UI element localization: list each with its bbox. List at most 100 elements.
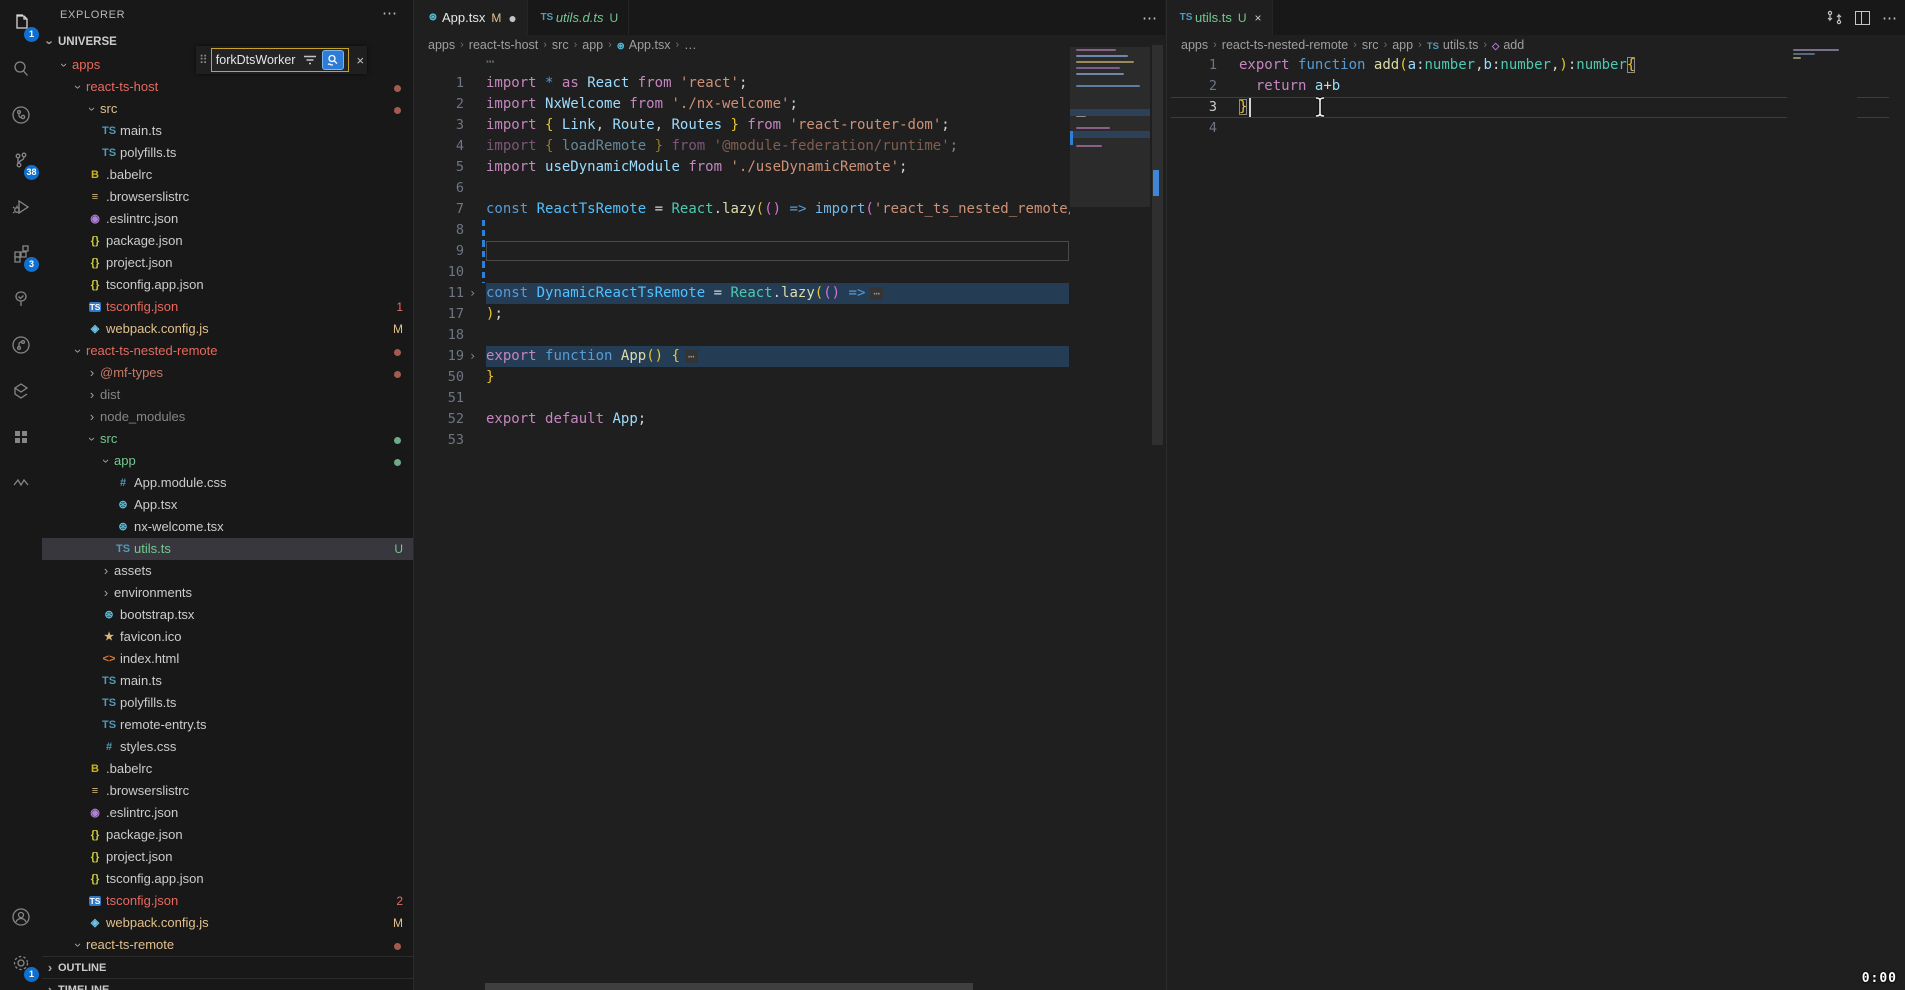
run-debug-icon[interactable] xyxy=(0,184,42,230)
tree-item-favicon-ico[interactable]: ★favicon.ico xyxy=(42,626,413,648)
tree-item--babelrc[interactable]: B.babelrc xyxy=(42,164,413,186)
chevron-right-icon[interactable]: › xyxy=(98,582,114,604)
tree-item-main-ts[interactable]: TSmain.ts xyxy=(42,670,413,692)
tree-item--eslintrc-json[interactable]: ◉.eslintrc.json xyxy=(42,208,413,230)
tree-item-project-json[interactable]: {}project.json xyxy=(42,846,413,868)
editor-tab-app-tsx[interactable]: ⊛App.tsxM● xyxy=(414,0,528,35)
tree-item--browserslistrc[interactable]: ≡.browserslistrc xyxy=(42,780,413,802)
chevron-down-icon[interactable]: › xyxy=(81,101,103,117)
split-editor-icon[interactable] xyxy=(1855,11,1870,25)
extensions-icon[interactable]: 3 xyxy=(0,230,42,276)
code-line-52[interactable]: 52export default App; xyxy=(414,409,1165,430)
search-icon[interactable] xyxy=(0,46,42,92)
tree-item-utils-ts[interactable]: TSutils.tsU xyxy=(42,538,413,560)
tree-item--browserslistrc[interactable]: ≡.browserslistrc xyxy=(42,186,413,208)
code-editor-left[interactable]: ⋯1import * as React from 'react';2import… xyxy=(414,35,1165,990)
testing-icon[interactable] xyxy=(0,276,42,322)
editor-tab-utils-d-ts[interactable]: TSutils.d.tsU xyxy=(528,0,629,35)
code-line-8[interactable]: 8 xyxy=(414,220,1165,241)
tree-item-src[interactable]: ›src xyxy=(42,428,413,450)
code-line-11[interactable]: 11›const DynamicReactTsRemote = React.la… xyxy=(414,283,1165,304)
tree-item-index-html[interactable]: <>index.html xyxy=(42,648,413,670)
scrollbar-thumb[interactable] xyxy=(1152,45,1163,445)
code-line-2[interactable]: 2import NxWelcome from './nx-welcome'; xyxy=(414,94,1165,115)
tree-item-app[interactable]: ›app xyxy=(42,450,413,472)
code-line-5[interactable]: 5import useDynamicModule from './useDyna… xyxy=(414,157,1165,178)
close-tab-icon[interactable]: × xyxy=(1255,11,1262,25)
tree-item-project-json[interactable]: {}project.json xyxy=(42,252,413,274)
chevron-right-icon[interactable]: › xyxy=(84,362,100,384)
tree-item-tsconfig-json[interactable]: TStsconfig.json1 xyxy=(42,296,413,318)
folded-ellipsis[interactable]: ⋯ xyxy=(685,350,698,363)
git-graph-icon[interactable] xyxy=(0,92,42,138)
code-line-17[interactable]: 17); xyxy=(414,304,1165,325)
filter-icon[interactable] xyxy=(303,54,317,66)
squiggle-icon[interactable] xyxy=(0,460,42,506)
code-line-4[interactable]: 4import { loadRemote } from '@module-fed… xyxy=(414,136,1165,157)
tree-item-tsconfig-app-json[interactable]: {}tsconfig.app.json xyxy=(42,868,413,890)
chevron-down-icon[interactable]: › xyxy=(53,57,75,73)
code-line-50[interactable]: 50} xyxy=(414,367,1165,388)
chevron-down-icon[interactable]: › xyxy=(81,431,103,447)
tree-item-polyfills-ts[interactable]: TSpolyfills.ts xyxy=(42,142,413,164)
tree-item-node-modules[interactable]: ›node_modules xyxy=(42,406,413,428)
code-line-10[interactable]: 10 xyxy=(414,262,1165,283)
settings-gear-icon[interactable]: 1 xyxy=(0,940,42,986)
tree-item-remote-entry-ts[interactable]: TSremote-entry.ts xyxy=(42,714,413,736)
account-icon[interactable] xyxy=(0,894,42,940)
tree-item-webpack-config-js[interactable]: ◈webpack.config.jsM xyxy=(42,912,413,934)
timeline-section-header[interactable]: › TIMELINE xyxy=(42,978,413,990)
chevron-down-icon[interactable]: › xyxy=(95,453,117,469)
tree-item-react-ts-remote[interactable]: ›react-ts-remote xyxy=(42,934,413,956)
tree-item-polyfills-ts[interactable]: TSpolyfills.ts xyxy=(42,692,413,714)
fuzzy-search-toggle[interactable] xyxy=(322,50,344,70)
chevron-right-icon[interactable]: › xyxy=(84,384,100,406)
tree-item--eslintrc-json[interactable]: ◉.eslintrc.json xyxy=(42,802,413,824)
chevron-right-icon[interactable]: › xyxy=(84,406,100,428)
extension-logo-icon[interactable] xyxy=(0,368,42,414)
fold-chevron-icon[interactable]: › xyxy=(469,283,476,304)
fold-chevron-icon[interactable]: › xyxy=(469,346,476,367)
vertical-scrollbar-right[interactable] xyxy=(1890,35,1905,990)
chevron-down-icon[interactable]: › xyxy=(67,937,89,953)
code-line-53[interactable]: 53 xyxy=(414,430,1165,451)
code-line-9[interactable]: 9 xyxy=(414,241,1165,262)
vertical-scrollbar-left[interactable] xyxy=(1150,35,1165,990)
tree-item-src[interactable]: ›src xyxy=(42,98,413,120)
tree-item-bootstrap-tsx[interactable]: ⊛bootstrap.tsx xyxy=(42,604,413,626)
tree-item-package-json[interactable]: {}package.json xyxy=(42,824,413,846)
sidebar-more-actions[interactable]: ⋯ xyxy=(382,4,397,22)
tree-filter-input[interactable]: forkDtsWorker xyxy=(211,48,350,72)
horizontal-scrollbar-left[interactable] xyxy=(485,983,973,990)
close-icon[interactable]: × xyxy=(356,53,364,68)
gripper-icon[interactable]: ⠿ xyxy=(199,53,208,67)
code-line-18[interactable]: 18 xyxy=(414,325,1165,346)
tree-item-styles-css[interactable]: #styles.css xyxy=(42,736,413,758)
tree-item-dist[interactable]: ›dist xyxy=(42,384,413,406)
tree-item-environments[interactable]: ›environments xyxy=(42,582,413,604)
code-line-51[interactable]: 51 xyxy=(414,388,1165,409)
tree-item-package-json[interactable]: {}package.json xyxy=(42,230,413,252)
code-line-3[interactable]: 3import { Link, Route, Routes } from 're… xyxy=(414,115,1165,136)
explorer-icon[interactable]: 1 xyxy=(0,0,42,46)
source-control-icon[interactable]: 38 xyxy=(0,138,42,184)
folded-ellipsis[interactable]: ⋯ xyxy=(870,287,883,300)
code-line-6[interactable]: 6 xyxy=(414,178,1165,199)
code-line-7[interactable]: 7const ReactTsRemote = React.lazy(() => … xyxy=(414,199,1165,220)
tree-item-react-ts-host[interactable]: ›react-ts-host xyxy=(42,76,413,98)
tree-item-react-ts-nested-remote[interactable]: ›react-ts-nested-remote xyxy=(42,340,413,362)
tree-item-main-ts[interactable]: TSmain.ts xyxy=(42,120,413,142)
tree-item-tsconfig-app-json[interactable]: {}tsconfig.app.json xyxy=(42,274,413,296)
outline-section-header[interactable]: › OUTLINE xyxy=(42,956,413,979)
tree-item-assets[interactable]: ›assets xyxy=(42,560,413,582)
open-changes-icon[interactable] xyxy=(1826,9,1843,26)
editor-tab-utils-ts[interactable]: TSutils.tsU× xyxy=(1167,0,1273,35)
grid-icon[interactable] xyxy=(0,414,42,460)
tree-item--babelrc[interactable]: B.babelrc xyxy=(42,758,413,780)
tree-item-tsconfig-json[interactable]: TStsconfig.json2 xyxy=(42,890,413,912)
tree-item-webpack-config-js[interactable]: ◈webpack.config.jsM xyxy=(42,318,413,340)
minimap-right[interactable] xyxy=(1787,35,1857,990)
tree-item-app-tsx[interactable]: ⊛App.tsx xyxy=(42,494,413,516)
more-actions-icon[interactable]: ⋯ xyxy=(1882,9,1897,27)
tree-item-nx-welcome-tsx[interactable]: ⊛nx-welcome.tsx xyxy=(42,516,413,538)
